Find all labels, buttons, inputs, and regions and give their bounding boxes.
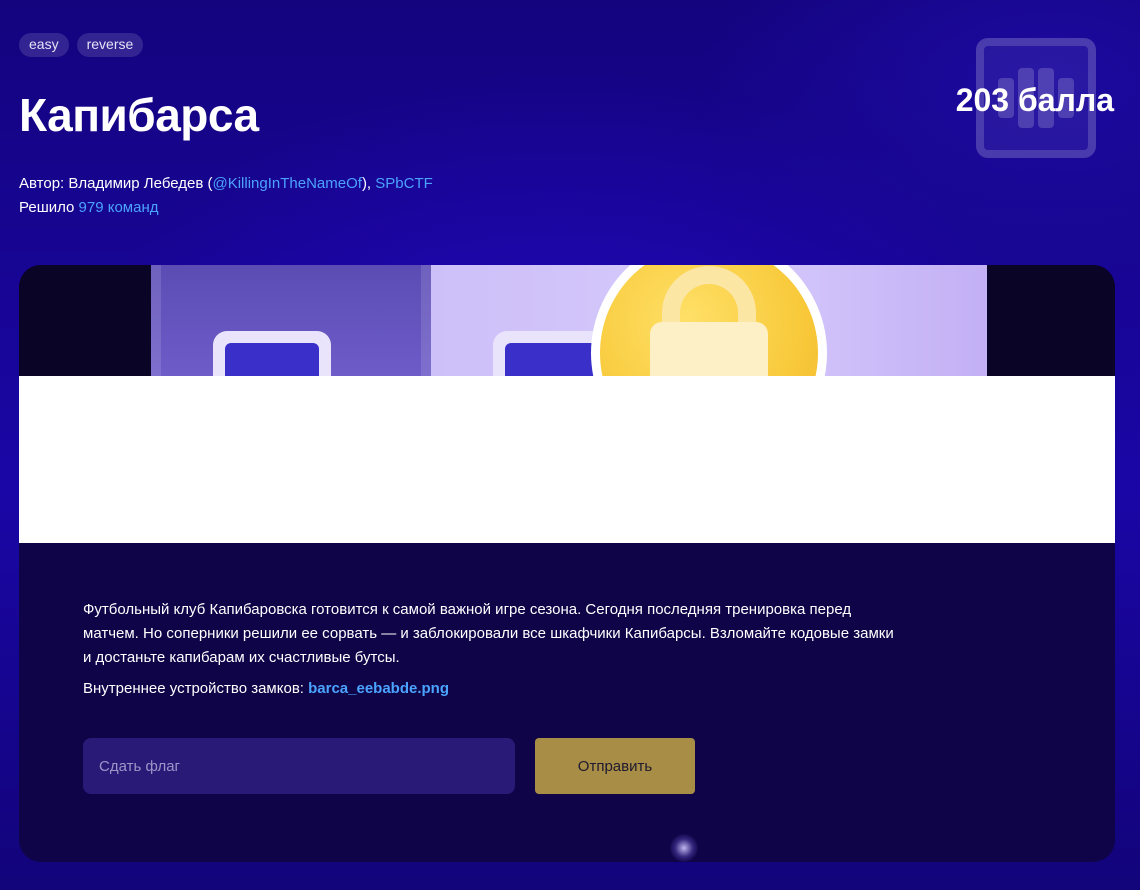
task-title: Капибарса xyxy=(19,89,259,141)
task-description: Футбольный клуб Капибаровска готовится к… xyxy=(83,598,903,701)
decorative-glow xyxy=(670,834,698,862)
task-meta: Автор: Владимир Лебедев (@KillingInTheNa… xyxy=(19,172,433,220)
author-separator: ), xyxy=(361,175,376,192)
tag-difficulty[interactable]: easy xyxy=(19,33,69,57)
task-points: 203 балла xyxy=(955,82,1114,118)
task-banner-image xyxy=(19,265,1115,376)
tag-category[interactable]: reverse xyxy=(76,33,144,57)
author-line: Автор: Владимир Лебедев (@KillingInTheNa… xyxy=(19,172,433,196)
author-team-link[interactable]: SPbCTF xyxy=(375,175,433,192)
tag-list: easy reverse xyxy=(19,33,144,57)
author-handle-link[interactable]: @KillingInTheNameOf xyxy=(212,175,361,192)
banner-blank-area xyxy=(19,376,1115,543)
banner-locker-left xyxy=(151,265,431,376)
task-card: Футбольный клуб Капибаровска готовится к… xyxy=(19,265,1115,862)
attachment-line: Внутреннее устройство замков: barca_eeba… xyxy=(83,677,903,701)
points-block: 203 балла xyxy=(894,38,1114,160)
description-text: Футбольный клуб Капибаровска готовится к… xyxy=(83,601,894,666)
flag-input[interactable] xyxy=(83,738,515,794)
solved-count-link[interactable]: 979 команд xyxy=(79,199,159,216)
submit-flag-button[interactable]: Отправить xyxy=(535,738,695,794)
locker-lock-icon xyxy=(213,331,331,376)
padlock-icon xyxy=(591,265,827,376)
attachment-prefix: Внутреннее устройство замков: xyxy=(83,680,309,697)
solved-prefix: Решило xyxy=(19,199,79,216)
author-prefix: Автор: Владимир Лебедев ( xyxy=(19,175,213,192)
solved-line: Решило 979 команд xyxy=(19,196,433,220)
attachment-file-link[interactable]: barca_eebabde.png xyxy=(308,680,449,697)
